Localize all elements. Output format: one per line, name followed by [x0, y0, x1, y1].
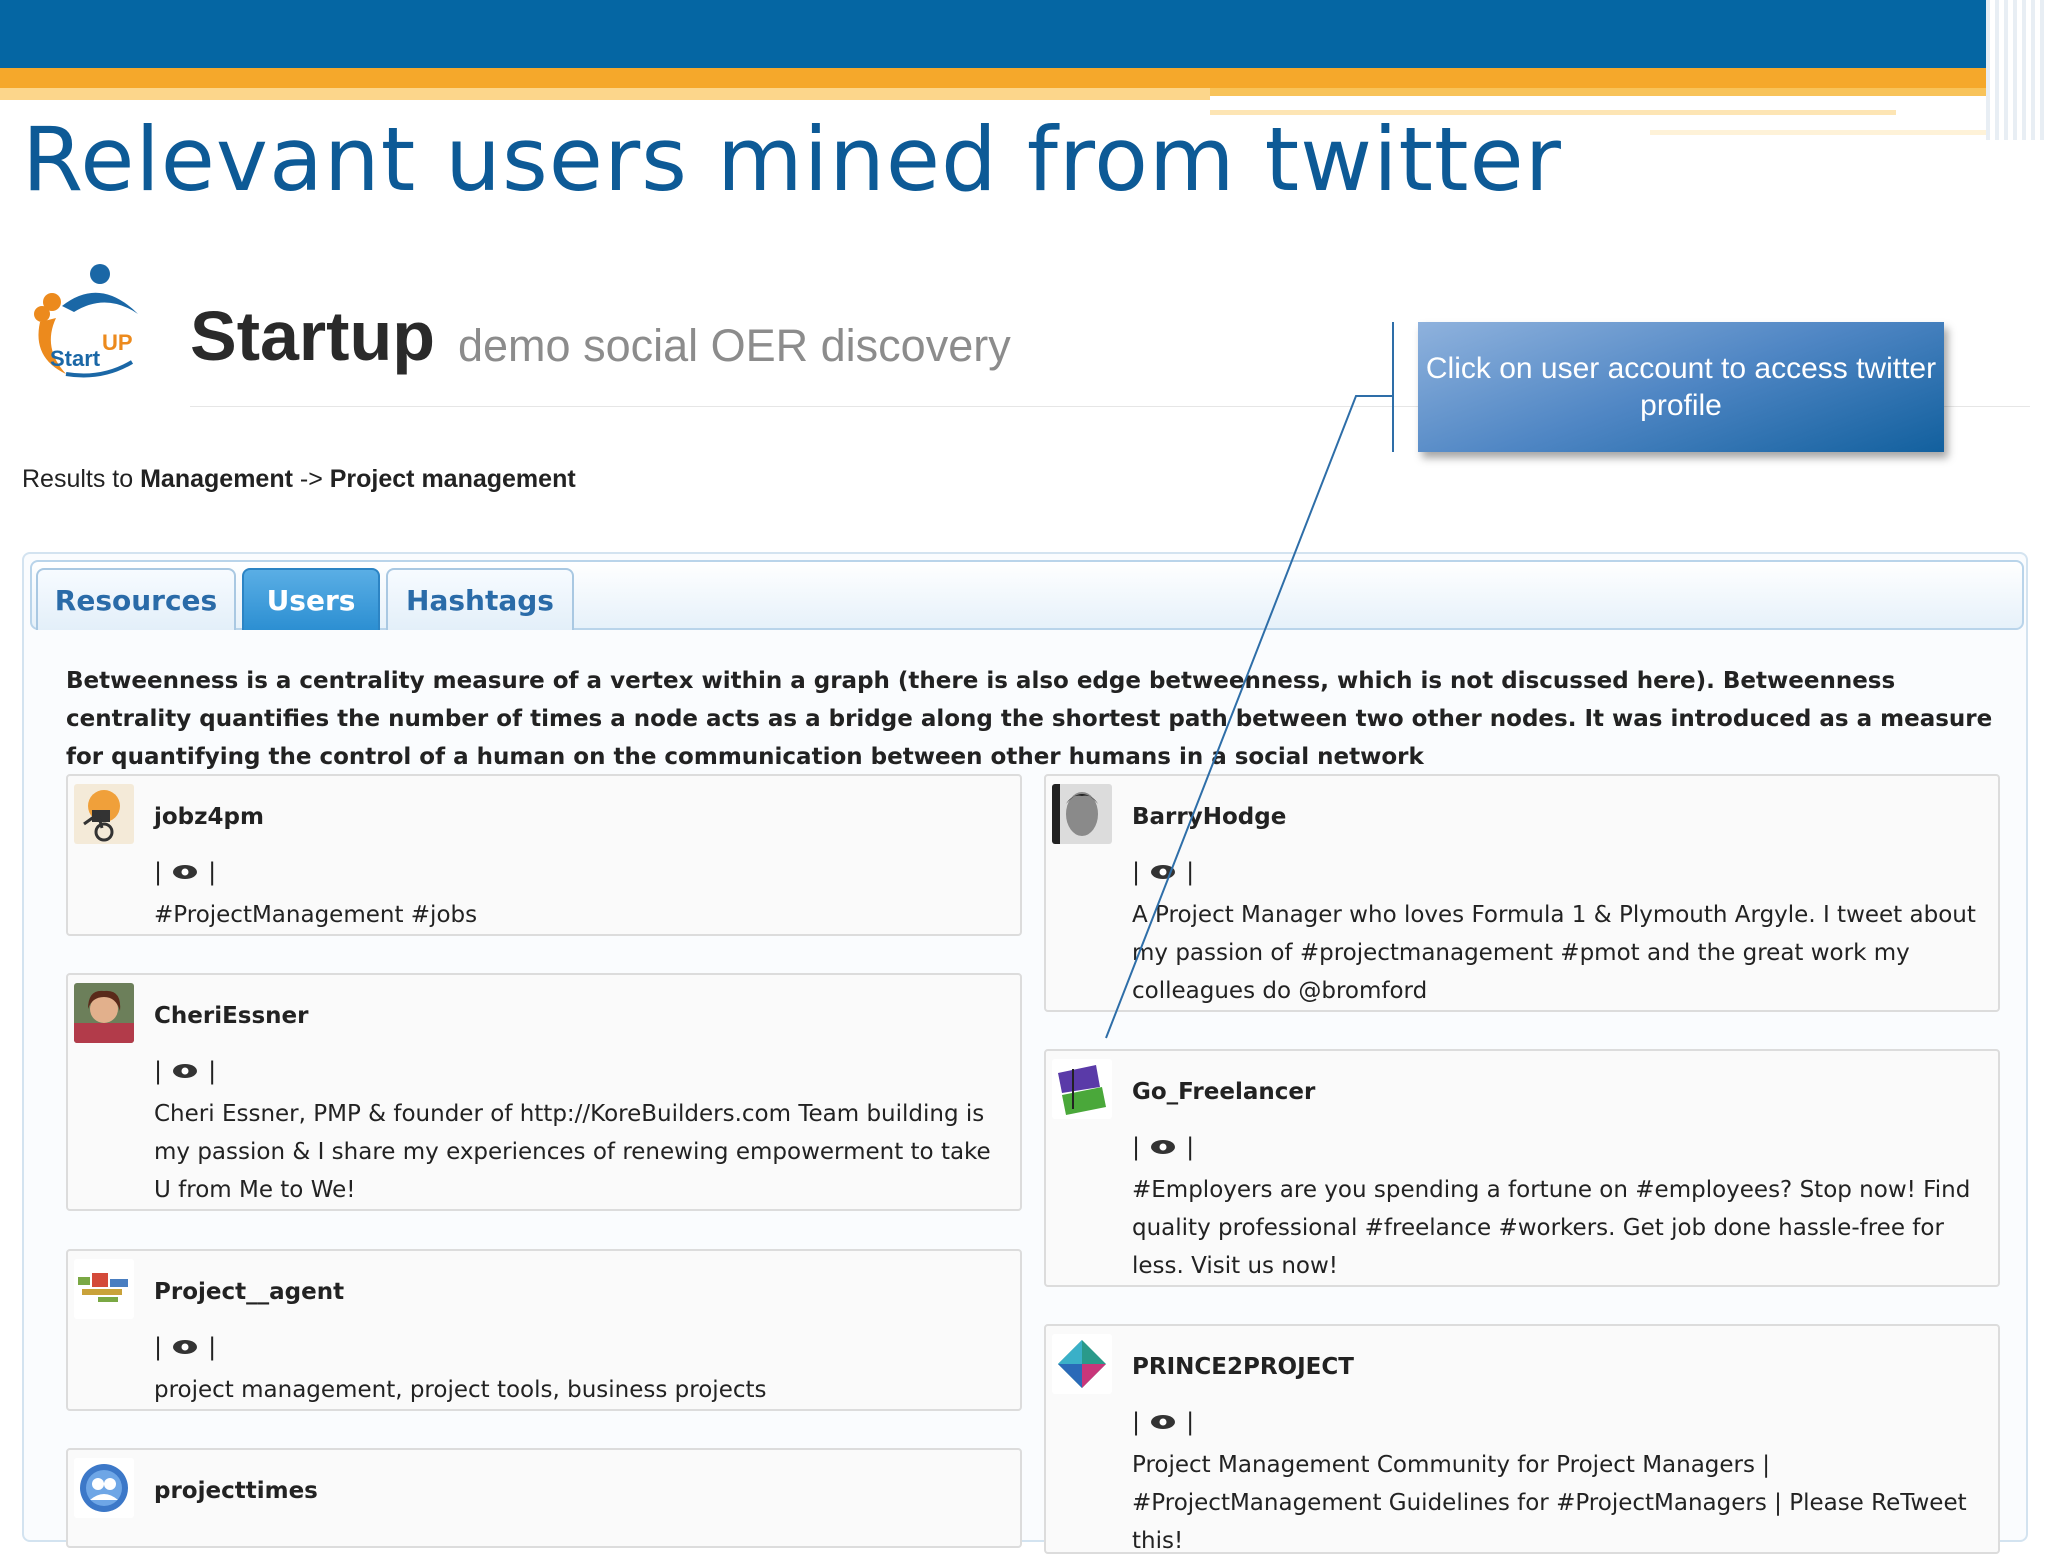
accent-band-light: [0, 88, 1210, 100]
betweenness-description: Betweenness is a centrality measure of a…: [66, 668, 1993, 770]
action-separator: |: [208, 1057, 217, 1085]
eye-icon[interactable]: [172, 864, 198, 880]
action-separator: |: [208, 1333, 217, 1361]
action-separator: |: [1186, 858, 1195, 886]
action-separator: |: [1132, 1408, 1141, 1436]
user-bio: A Project Manager who loves Formula 1 & …: [1132, 902, 1976, 1004]
user-card: BarryHodge | | A Project Manager who lov…: [1044, 774, 2000, 1012]
user-actions: | |: [154, 858, 216, 886]
eye-icon[interactable]: [172, 1063, 198, 1079]
user-card: Project__agent | | project management, p…: [66, 1249, 1022, 1411]
user-bio: project management, project tools, busin…: [154, 1377, 767, 1403]
callout-text: Click on user account to access twitter …: [1425, 352, 1937, 422]
user-card: jobz4pm | | #ProjectManagement #jobs: [66, 774, 1022, 936]
user-bio: #ProjectManagement #jobs: [154, 902, 478, 928]
logo-text-up: UP: [102, 330, 133, 355]
accent-band: [0, 68, 2048, 88]
breadcrumb-topic: Project management: [329, 465, 576, 493]
user-account-link[interactable]: CheriEssner: [154, 1003, 309, 1029]
breadcrumb-category: Management: [140, 465, 293, 493]
user-bio: Cheri Essner, PMP & founder of http://Ko…: [154, 1101, 991, 1203]
tab-users[interactable]: Users: [242, 568, 380, 630]
user-actions: | |: [1132, 1133, 1194, 1161]
user-account-link[interactable]: BarryHodge: [1132, 804, 1286, 830]
breadcrumb: Results to Management -> Project managem…: [22, 465, 576, 494]
eye-icon[interactable]: [1150, 1414, 1176, 1430]
user-account-link[interactable]: PRINCE2PROJECT: [1132, 1354, 1354, 1380]
app-title: Startup: [190, 297, 435, 375]
user-account-link[interactable]: Project__agent: [154, 1279, 344, 1305]
user-avatar[interactable]: [1052, 1059, 1112, 1119]
logo-text-start: Start: [50, 346, 101, 371]
accent-band-thin: [1210, 88, 2048, 96]
action-separator: |: [208, 858, 217, 886]
decorative-stripes: [1986, 0, 2048, 140]
user-account-link[interactable]: jobz4pm: [154, 804, 264, 830]
user-actions: | |: [1132, 858, 1194, 886]
breadcrumb-separator: ->: [292, 465, 330, 493]
user-card: projecttimes: [66, 1448, 1022, 1548]
user-avatar[interactable]: [74, 983, 134, 1043]
breadcrumb-prefix: Results to: [22, 465, 141, 493]
accent-line: [1650, 130, 1990, 135]
user-avatar[interactable]: [1052, 784, 1112, 844]
eye-icon[interactable]: [172, 1339, 198, 1355]
action-separator: |: [154, 858, 163, 886]
user-bio: #Employers are you spending a fortune on…: [1132, 1177, 1971, 1279]
tab-hashtags[interactable]: Hashtags: [386, 568, 574, 630]
action-separator: |: [154, 1333, 163, 1361]
callout-box: Click on user account to access twitter …: [1418, 322, 1944, 452]
tab-resources[interactable]: Resources: [36, 568, 236, 630]
app-subtitle: demo social OER discovery: [458, 320, 1011, 371]
user-actions: | |: [154, 1057, 216, 1085]
user-card: Go_Freelancer | | #Employers are you spe…: [1044, 1049, 2000, 1287]
user-account-link[interactable]: Go_Freelancer: [1132, 1079, 1315, 1105]
user-card: CheriEssner | | Cheri Essner, PMP & foun…: [66, 973, 1022, 1211]
action-separator: |: [1186, 1408, 1195, 1436]
callout-bracket: [1392, 322, 1394, 452]
action-separator: |: [1186, 1133, 1195, 1161]
eye-icon[interactable]: [1150, 864, 1176, 880]
user-avatar[interactable]: [1052, 1334, 1112, 1394]
eye-icon[interactable]: [1150, 1139, 1176, 1155]
user-account-link[interactable]: projecttimes: [154, 1478, 318, 1504]
user-actions: | |: [1132, 1408, 1194, 1436]
user-card: PRINCE2PROJECT | | Project Management Co…: [1044, 1324, 2000, 1554]
user-avatar[interactable]: [74, 1458, 134, 1518]
user-bio: Project Management Community for Project…: [1132, 1452, 1967, 1554]
top-banner: [0, 0, 2048, 68]
action-separator: |: [1132, 1133, 1141, 1161]
action-separator: |: [154, 1057, 163, 1085]
slide-title: Relevant users mined from twitter: [22, 108, 1562, 211]
action-separator: |: [1132, 858, 1141, 886]
user-avatar[interactable]: [74, 1259, 134, 1319]
user-actions: | |: [154, 1333, 216, 1361]
user-avatar[interactable]: [74, 784, 134, 844]
